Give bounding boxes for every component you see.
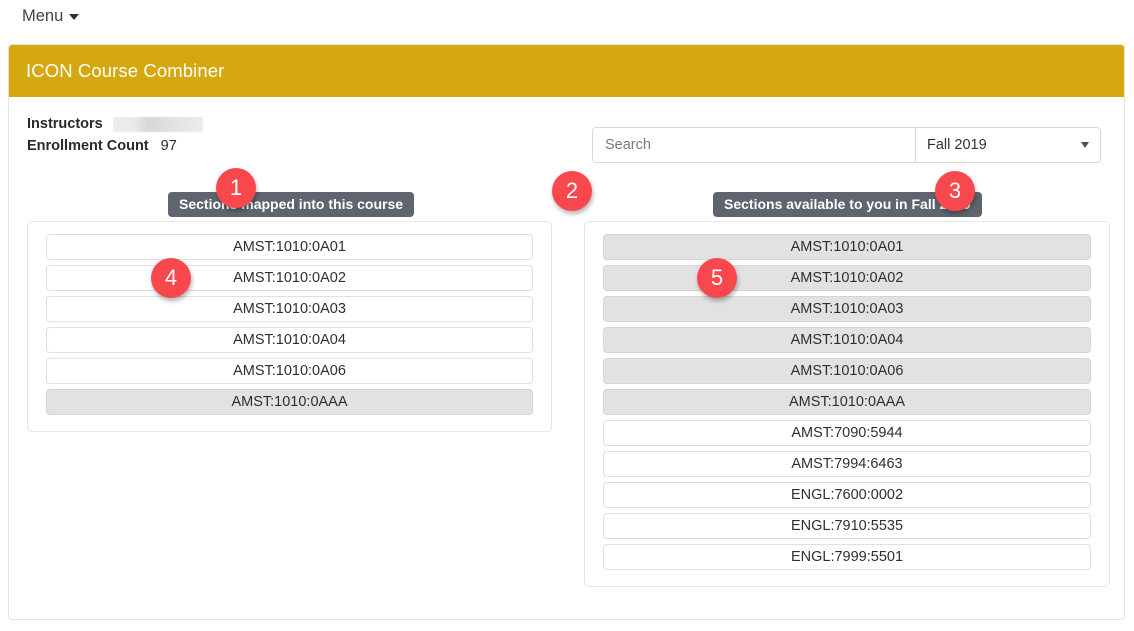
mapped-section-item[interactable]: AMST:1010:0A04 xyxy=(46,327,533,353)
menu-label: Menu xyxy=(22,6,64,25)
mapped-section-item[interactable]: AMST:1010:0AAA xyxy=(46,389,533,415)
mapped-section-item[interactable]: AMST:1010:0A03 xyxy=(46,296,533,322)
chevron-down-icon xyxy=(69,13,80,20)
enrollment-count-label: Enrollment Count xyxy=(27,138,149,154)
available-section-item[interactable]: ENGL:7600:0002 xyxy=(603,482,1091,508)
page-title: ICON Course Combiner xyxy=(26,60,225,81)
step-badge-5: 5 xyxy=(697,258,737,298)
term-select[interactable]: Fall 2019 xyxy=(916,127,1101,163)
step-badge-1: 1 xyxy=(216,168,256,208)
step-badge-2: 2 xyxy=(552,171,592,211)
available-section-item[interactable]: AMST:1010:0A02 xyxy=(603,265,1091,291)
available-section-item[interactable]: ENGL:7910:5535 xyxy=(603,513,1091,539)
step-badge-4: 4 xyxy=(151,258,191,298)
step-badge-3: 3 xyxy=(935,171,975,211)
available-section-item[interactable]: AMST:1010:0A06 xyxy=(603,358,1091,384)
enrollment-count-value: 97 xyxy=(160,138,177,154)
available-section-item[interactable]: AMST:7994:6463 xyxy=(603,451,1091,477)
mapped-sections-pill: Sections mapped into this course xyxy=(168,192,415,217)
search-and-term-controls: Fall 2019 xyxy=(592,127,1101,163)
menu-button[interactable]: Menu xyxy=(22,6,80,26)
available-section-item[interactable]: ENGL:7999:5501 xyxy=(603,544,1091,570)
available-section-item[interactable]: AMST:1010:0A01 xyxy=(603,234,1091,260)
term-select-wrapper: Fall 2019 xyxy=(916,127,1101,163)
card-header: ICON Course Combiner xyxy=(9,45,1124,97)
instructors-label: Instructors xyxy=(27,116,103,132)
available-section-item[interactable]: AMST:1010:0A03 xyxy=(603,296,1091,322)
course-combiner-card: ICON Course Combiner Instructors Enrollm… xyxy=(8,44,1125,620)
available-sections-panel: AMST:1010:0A01 AMST:1010:0A02 AMST:1010:0A… xyxy=(584,221,1110,587)
mapped-section-item[interactable]: AMST:1010:0A01 xyxy=(46,234,533,260)
mapped-section-item[interactable]: AMST:1010:0A06 xyxy=(46,358,533,384)
available-section-item[interactable]: AMST:7090:5944 xyxy=(603,420,1091,446)
top-menu-bar: Menu xyxy=(0,0,1134,30)
search-input[interactable] xyxy=(592,127,916,163)
instructors-redacted-value xyxy=(112,116,203,132)
available-section-item[interactable]: AMST:1010:0AAA xyxy=(603,389,1091,415)
available-section-item[interactable]: AMST:1010:0A04 xyxy=(603,327,1091,353)
mapped-section-item[interactable]: AMST:1010:0A02 xyxy=(46,265,533,291)
mapped-sections-panel: AMST:1010:0A01 AMST:1010:0A02 AMST:1010:0A… xyxy=(27,221,552,432)
